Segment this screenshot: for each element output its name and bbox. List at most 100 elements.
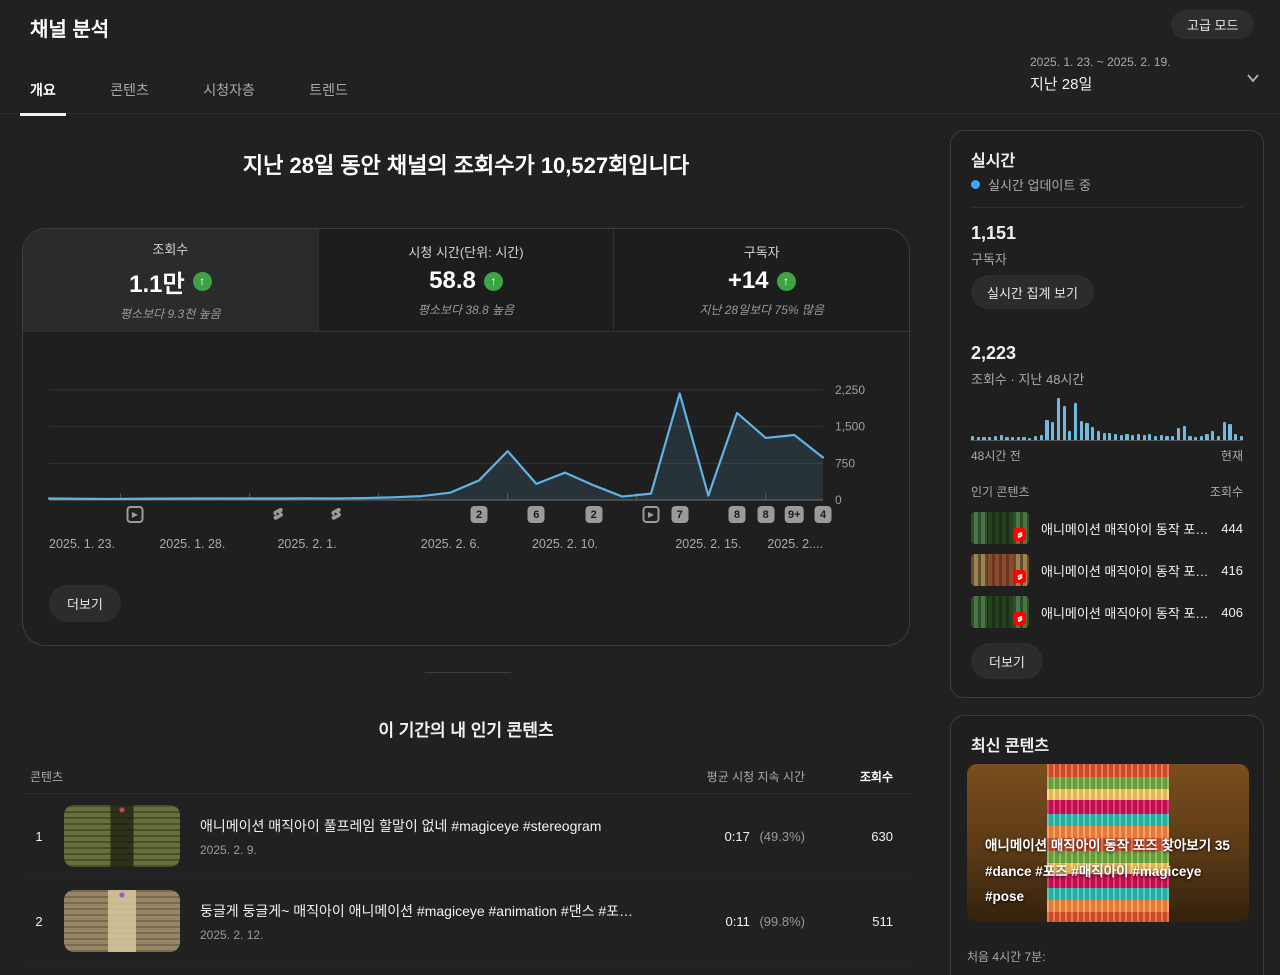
popular-content-item[interactable]: 애니메이션 매직아이 동작 포즈... 444 (971, 511, 1243, 545)
realtime-bar-chart[interactable] (971, 393, 1243, 441)
realtime-bar (1005, 437, 1008, 440)
bar-axis-left-label: 48시간 전 (971, 447, 1021, 464)
metric-value: 1.1만 (129, 264, 184, 299)
x-axis-tick: 2025. 1. 28. (159, 537, 225, 551)
realtime-bar (1022, 437, 1025, 440)
realtime-bar (994, 436, 997, 440)
y-axis-tick: 1,500 (835, 420, 865, 434)
popular-content-item[interactable]: 애니메이션 매직아이 동작 포즈... 416 (971, 553, 1243, 587)
realtime-bar (1091, 427, 1094, 440)
latest-video-thumbnail[interactable]: 애니메이션 매직아이 동작 포즈 찾아보기 35 #dance #포즈 #매직아… (967, 764, 1249, 922)
realtime-bar (1223, 422, 1226, 440)
realtime-bar (1080, 421, 1083, 440)
publish-count-badge[interactable]: 9+ (785, 506, 804, 523)
video-title[interactable]: 애니메이션 매직아이 풀프레임 할말이 없네 #magiceye #stereo… (200, 816, 635, 836)
realtime-bar (1063, 406, 1066, 440)
publish-count-badge[interactable]: 2 (585, 506, 602, 523)
shorts-badge-icon (1013, 570, 1026, 583)
publish-count-badge[interactable]: 8 (729, 506, 746, 523)
table-row[interactable]: 2 둥글게 둥글게~ 매직아이 애니메이션 #magiceye #animati… (22, 879, 910, 964)
video-publish-icon[interactable]: ▶ (643, 506, 660, 523)
realtime-bar (1194, 437, 1197, 440)
video-title[interactable]: 둥글게 둥글게~ 매직아이 애니메이션 #magiceye #animation… (200, 901, 635, 921)
tab-trends[interactable]: 트렌드 (299, 70, 358, 116)
y-axis-tick: 2,250 (835, 383, 865, 397)
realtime-bar (1148, 434, 1151, 440)
realtime-bar (1034, 436, 1037, 440)
metric-note: 평소보다 9.3천 높음 (120, 305, 221, 322)
video-thumbnail[interactable] (64, 890, 180, 952)
shorts-badge-icon (1013, 612, 1026, 625)
see-more-button[interactable]: 더보기 (49, 585, 121, 622)
x-axis-tick: 2025. 2. 6. (421, 537, 480, 551)
realtime-bar (1028, 438, 1031, 440)
realtime-bar (1177, 428, 1180, 440)
popular-content-item[interactable]: 애니메이션 매직아이 동작 포즈... 406 (971, 595, 1243, 629)
realtime-subscribers-value: 1,151 (971, 223, 1016, 244)
x-axis-labels: 2025. 1. 23.2025. 1. 28.2025. 2. 1.2025.… (23, 537, 909, 553)
realtime-bar (1057, 398, 1060, 440)
realtime-bar (982, 437, 985, 440)
column-header-views[interactable]: 조회수 (815, 768, 910, 785)
trend-up-icon: ↑ (193, 272, 212, 291)
realtime-bar (1183, 426, 1186, 440)
overview-headline: 지난 28일 동안 채널의 조회수가 10,527회입니다 (22, 148, 910, 180)
video-thumbnail[interactable] (64, 805, 180, 867)
tab-content[interactable]: 콘텐츠 (100, 70, 159, 116)
video-title: 애니메이션 매직아이 동작 포즈... (1041, 519, 1209, 538)
video-thumbnail (971, 554, 1029, 586)
realtime-bar (1017, 437, 1020, 440)
realtime-bar (1217, 436, 1220, 440)
metric-card-watch-time[interactable]: 시청 시간(단위: 시간) 58.8 ↑ 평소보다 38.8 높음 (319, 229, 615, 331)
publish-count-badge[interactable]: 8 (757, 506, 774, 523)
realtime-bar (1045, 420, 1048, 440)
rank-number: 1 (22, 829, 56, 844)
latest-content-card: 최신 콘텐츠 애니메이션 매직아이 동작 포즈 찾아보기 35 #dance #… (950, 715, 1264, 975)
metric-card-subscribers[interactable]: 구독자 +14 ↑ 지난 28일보다 75% 많음 (614, 229, 909, 331)
publish-count-badge[interactable]: 4 (815, 506, 832, 523)
publish-count-badge[interactable]: 2 (471, 506, 488, 523)
table-row[interactable]: 1 애니메이션 매직아이 풀프레임 할말이 없네 #magiceye #ster… (22, 794, 910, 879)
publish-marker-row: ▶ 2 6 2 ▶ 7 88 9+ 4 (23, 506, 909, 524)
advanced-mode-button[interactable]: 고급 모드 (1171, 10, 1254, 39)
column-header-content[interactable]: 콘텐츠 (22, 768, 645, 785)
see-more-button[interactable]: 더보기 (971, 643, 1043, 679)
column-header-avg-duration[interactable]: 평균 시청 지속 시간 (645, 768, 815, 785)
realtime-bar (971, 436, 974, 440)
shorts-publish-icon[interactable] (328, 506, 344, 522)
date-range-picker[interactable]: 2025. 1. 23. ~ 2025. 2. 19. 지난 28일 (1030, 55, 1260, 94)
video-publish-icon[interactable]: ▶ (127, 506, 144, 523)
top-content-table: 콘텐츠 평균 시청 지속 시간 조회수 1 애니메이션 매직아이 풀프레임 할말… (22, 760, 910, 964)
realtime-subscribers-label: 구독자 (971, 249, 1007, 268)
see-live-count-button[interactable]: 실시간 집계 보기 (971, 275, 1094, 309)
metric-label: 시청 시간(단위: 시간) (408, 242, 523, 261)
popular-views-header: 조회수 (1210, 483, 1243, 500)
video-thumbnail (971, 512, 1029, 544)
avg-duration-percent: (99.8%) (759, 914, 805, 929)
views-value: 444 (1221, 521, 1243, 536)
metric-card-views[interactable]: 조회수 1.1만 ↑ 평소보다 9.3천 높음 (23, 229, 319, 331)
date-range-text: 2025. 1. 23. ~ 2025. 2. 19. (1030, 55, 1260, 69)
video-date: 2025. 2. 9. (200, 843, 635, 857)
realtime-bar (1000, 435, 1003, 440)
realtime-bar (1171, 436, 1174, 440)
tab-overview[interactable]: 개요 (20, 70, 66, 116)
analytics-card: 조회수 1.1만 ↑ 평소보다 9.3천 높음 시청 시간(단위: 시간) 58… (22, 228, 910, 646)
x-axis-tick: 2025. 2.... (767, 537, 823, 551)
tab-audience[interactable]: 시청자층 (193, 70, 265, 116)
views-trend-chart[interactable]: 2,2501,5007500 (23, 379, 911, 509)
realtime-bar (1160, 435, 1163, 440)
publish-count-badge[interactable]: 6 (528, 506, 545, 523)
live-dot-icon (971, 180, 980, 189)
x-axis-tick: 2025. 1. 23. (49, 537, 115, 551)
realtime-bar (1040, 435, 1043, 440)
shorts-publish-icon[interactable] (270, 506, 286, 522)
date-preset-text: 지난 28일 (1030, 73, 1260, 94)
realtime-bar (1103, 433, 1106, 440)
publish-count-badge[interactable]: 7 (671, 506, 688, 523)
realtime-bar (1200, 436, 1203, 440)
rank-number: 2 (22, 914, 56, 929)
video-date: 2025. 2. 12. (200, 928, 635, 942)
realtime-bar (1108, 433, 1111, 440)
trend-up-icon: ↑ (777, 272, 796, 291)
